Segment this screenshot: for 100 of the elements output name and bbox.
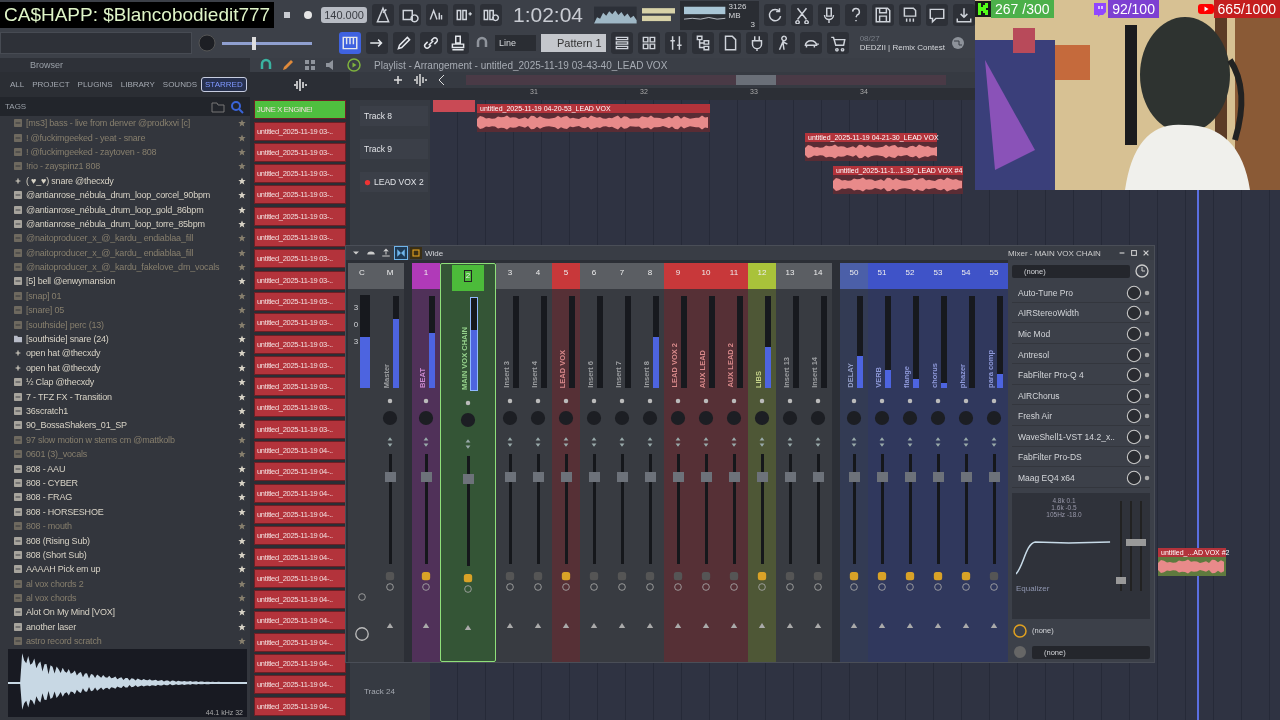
browser-item[interactable]: [5] bell @enwymansion [14,274,246,289]
star-icon[interactable] [238,277,246,286]
browser-item[interactable]: [snap] 01 [14,288,246,304]
plug-icon[interactable] [745,32,768,54]
triangle-icon[interactable] [990,622,998,629]
enable-led-icon[interactable] [1144,372,1150,379]
metronome-icon[interactable] [371,4,394,26]
star-icon[interactable] [238,450,246,459]
star-icon[interactable] [238,162,246,171]
triangle-icon[interactable] [758,622,766,629]
routing-icon[interactable] [961,570,971,594]
triangle-icon[interactable] [906,622,914,629]
star-icon[interactable] [238,363,246,372]
enable-led-icon[interactable] [1144,310,1150,317]
routing-icon[interactable] [533,570,543,594]
stereo-arrows-icon[interactable] [850,436,858,448]
enable-led-icon[interactable] [1144,413,1150,420]
triangle-icon[interactable] [786,622,794,629]
browser-item[interactable]: @antianrose_nébula_drum_loop_torre_85bpm [14,216,246,232]
stamp-icon[interactable] [447,32,469,54]
stereo-arrows-icon[interactable] [934,436,942,448]
star-icon[interactable] [238,219,246,228]
stereo-arrows-icon[interactable] [386,436,394,448]
browser-item[interactable]: !rio - zayspinz1 808 [14,159,246,174]
enable-led-icon[interactable] [1144,330,1150,337]
stereo-arrows-icon[interactable] [464,438,472,450]
stereo-arrows-icon[interactable] [702,436,710,448]
audio-clip[interactable] [433,100,475,112]
star-icon[interactable] [238,234,246,243]
stereo-mode-dropdown[interactable]: Wide [425,248,484,258]
browser-tab[interactable]: PLUGINS [73,77,117,92]
effect-slot[interactable]: AIRStereoWidth [1012,308,1124,319]
export-icon[interactable] [899,4,921,26]
star-icon[interactable] [238,176,246,185]
figure-icon[interactable] [772,32,795,54]
microphone-icon[interactable] [818,4,840,26]
star-icon[interactable] [238,407,246,415]
star-icon[interactable] [238,594,246,603]
waveform-icon[interactable] [412,72,428,88]
routing-icon[interactable] [589,570,599,594]
browser-item[interactable]: [snare] 05 [14,303,246,318]
routing-icon[interactable] [933,570,943,594]
scissors-icon[interactable] [791,4,813,26]
star-icon[interactable] [238,291,246,300]
stereo-arrows-icon[interactable] [590,436,598,448]
grid-icon[interactable] [302,57,318,73]
browser-item[interactable]: [ms3] bass - live from denver @prodkxvi [c] [14,116,246,131]
triangle-icon[interactable] [878,622,886,629]
effect-slot[interactable]: Maag EQ4 x64 [1012,473,1124,483]
star-icon[interactable] [238,493,246,502]
browser-item[interactable]: @antianrose_nébula_drum_loop_corcel_90bpm [14,187,246,203]
clock-icon[interactable] [398,4,421,26]
star-icon[interactable] [238,421,246,430]
routing-icon[interactable] [813,570,823,594]
star-icon[interactable] [238,478,246,487]
download-icon[interactable] [953,4,975,26]
star-icon[interactable] [238,435,246,444]
routing-icon[interactable] [989,570,999,594]
clock-icon[interactable] [1134,263,1150,279]
browser-item[interactable]: ( ♥_♥) snare @thecxdy [14,173,246,188]
mix-knob[interactable] [1126,449,1142,466]
effect-slot[interactable]: AIRChorus [1012,390,1124,401]
routing-icon[interactable] [701,570,711,594]
master-pitch-slider[interactable] [222,36,312,50]
stereo-arrows-icon[interactable] [906,436,914,448]
mixer-strip[interactable]: C 3 0 3 [348,263,376,662]
search-icon[interactable] [229,98,245,115]
triangle-icon[interactable] [674,622,682,629]
upload-icon[interactable] [380,247,392,259]
refresh-icon[interactable] [764,4,786,26]
tempo-display[interactable]: 140.000 [321,7,367,23]
routing-icon[interactable] [877,570,887,594]
routing-icon[interactable] [645,570,655,594]
horizontal-scrollbar[interactable] [466,75,946,85]
browser-item[interactable]: 808 - AAU [14,461,246,476]
stereo-arrows-icon[interactable] [878,436,886,448]
browser-item[interactable]: 808 (Rising Sub) [14,533,246,548]
list-icon[interactable] [610,32,633,54]
browser-item[interactable]: @naitoproducer_x_@_kardu_ endiablaa_fill [14,231,246,246]
routing-icon[interactable] [905,570,915,594]
browser-item[interactable]: @naitoproducer_x_@_kardu_ endiablaa_fill [14,245,246,260]
browser-item[interactable]: Alot On My Mind [VOX] [14,605,246,620]
star-icon[interactable] [238,378,246,387]
turtle-icon[interactable] [799,32,822,54]
browser-item[interactable]: 808 - CYBER [14,475,246,491]
minimize-icon[interactable] [1118,249,1126,257]
routing-icon[interactable] [673,570,683,594]
star-icon[interactable] [238,133,246,142]
count-icon[interactable] [425,4,448,26]
mix-knob[interactable] [1126,305,1142,322]
star-icon[interactable] [238,637,246,646]
browser-item[interactable]: [southside] snare (24) [14,331,246,347]
browser-item[interactable]: ! @fuckimgeeked - yeat - snare [14,130,246,145]
triangle-icon[interactable] [506,622,514,629]
triangle-icon[interactable] [934,622,942,629]
enable-led-icon[interactable] [1144,392,1150,399]
mix-knob[interactable] [1126,325,1142,342]
pencil-icon[interactable] [393,32,415,54]
browser-item[interactable]: ½ Clap @thecxdy [14,375,246,390]
mix-knob[interactable] [1126,428,1142,445]
